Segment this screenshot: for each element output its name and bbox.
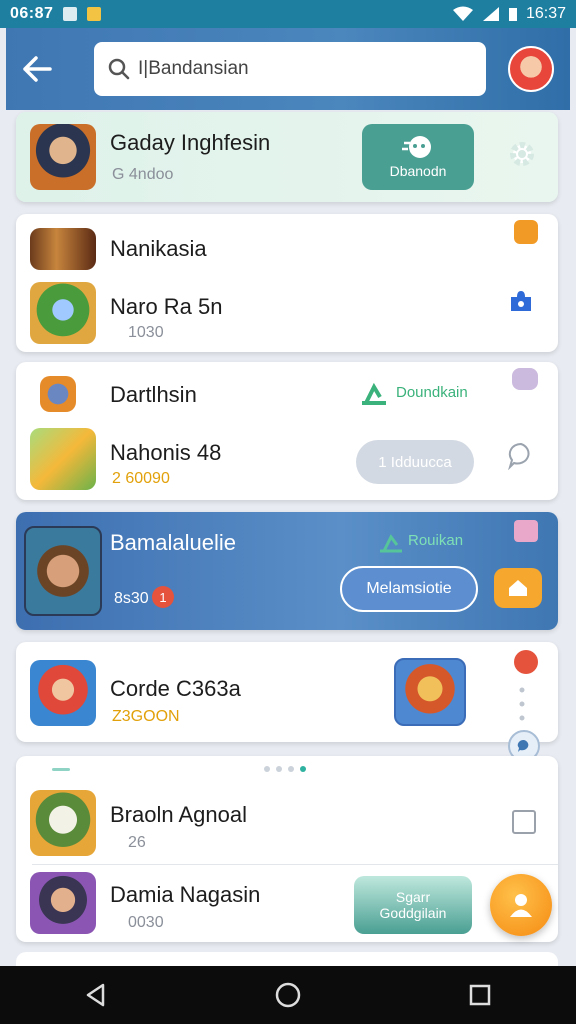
card4-action-label[interactable]: Rouikan (408, 532, 463, 549)
game-thumbnail (30, 660, 96, 726)
game-title: Bamalaluelie (110, 530, 236, 555)
status-bar: 06:87 16:37 (0, 0, 576, 28)
game-title: Corde C363a (110, 676, 241, 701)
count-badge: 1 (152, 586, 174, 608)
avatar[interactable] (508, 46, 554, 92)
back-arrow-icon (23, 56, 52, 82)
signal-icon (482, 7, 499, 21)
chat-bubble-icon (402, 136, 431, 158)
game-thumbnail (30, 282, 96, 344)
heart-badge-icon (512, 368, 538, 390)
featured-game-art[interactable] (394, 658, 466, 726)
gallery-icon (63, 7, 78, 21)
leaf-icon (378, 532, 404, 554)
game-card-4[interactable]: Bamalaluelie Rouikan 8s30 1 Melamsiotie (16, 512, 558, 630)
game-title: Gaday Inghfesin (110, 130, 271, 155)
game-thumbnail (30, 790, 96, 856)
game-thumbnail (30, 124, 96, 190)
card1-button-label: Dbanodn (389, 163, 447, 179)
alert-badge-icon (514, 650, 538, 674)
card1-action-button[interactable]: Dbanodn (362, 124, 474, 190)
user-icon (510, 894, 532, 917)
game-card-2[interactable]: Nanikasia Naro Ra 5n 1030 (16, 214, 558, 352)
game-thumbnail (24, 526, 102, 616)
card6-action-button[interactable]: Sgarr Goddgilain (354, 876, 472, 934)
status-right-time: 16:37 (525, 5, 566, 22)
gear-icon[interactable] (504, 136, 540, 172)
game-title: Nahonis 48 (110, 440, 222, 465)
badge-icon (514, 220, 538, 244)
game-thumbnail (40, 376, 76, 412)
game-card-6[interactable]: Braoln Agnoal 26 Damia Nagasin 0030 Sgar… (16, 756, 558, 942)
game-subtitle: Z3GOON (112, 708, 180, 725)
game-title: Braoln Agnoal (110, 802, 247, 827)
home-button[interactable] (494, 568, 542, 608)
game-subtitle: 0030 (128, 914, 164, 931)
game-subtitle: 2 60090 (112, 470, 170, 487)
nav-back-icon (86, 983, 105, 1007)
game-subtitle: 26 (128, 834, 146, 851)
game-title: Dartlhsin (110, 382, 197, 407)
nav-recents-button[interactable] (450, 970, 510, 1020)
game-card-3[interactable]: Dartlhsin Doundkain Nahonis 48 2 60090 1… (16, 362, 558, 500)
more-vertical-icon[interactable] (512, 682, 532, 726)
divider (32, 864, 558, 865)
card4-action-button[interactable]: Melamsiotie (340, 566, 478, 612)
game-subtitle: 1030 (128, 324, 164, 341)
home-icon (509, 580, 527, 596)
user-fab[interactable] (490, 874, 552, 936)
wifi-icon (452, 6, 473, 21)
game-title: Damia Nagasin (110, 882, 261, 907)
game-card-1[interactable]: Gaday Inghfesin G 4ndoo Dbanodn (16, 112, 558, 202)
drag-handle (52, 768, 70, 771)
system-nav-bar (0, 966, 576, 1024)
checkbox-icon[interactable] (512, 810, 536, 834)
back-button[interactable] (6, 38, 68, 100)
nav-home-icon (275, 982, 301, 1008)
card3-action-label[interactable]: Doundkain (396, 384, 468, 401)
leaf-icon (360, 382, 388, 406)
game-thumbnail (30, 228, 96, 270)
game-card-5[interactable]: Corde C363a Z3GOON (16, 642, 558, 742)
nav-back-button[interactable] (66, 970, 126, 1020)
search-field[interactable]: I|Bandansian (94, 42, 486, 96)
game-thumbnail (30, 428, 96, 490)
nav-recents-icon (469, 984, 491, 1006)
puzzle-icon[interactable] (506, 286, 536, 316)
nav-home-button[interactable] (258, 970, 318, 1020)
app-header: I|Bandansian (6, 28, 570, 110)
game-title: Nanikasia (110, 236, 207, 261)
card3-action-button[interactable]: 1 Idduucca (356, 440, 474, 484)
game-title: Naro Ra 5n (110, 294, 223, 319)
chat-icon (517, 739, 529, 752)
gift-icon (514, 520, 538, 542)
battery-icon (508, 8, 517, 21)
status-time: 06:87 (10, 5, 54, 22)
search-input[interactable]: I|Bandansian (138, 58, 249, 80)
notification-icon (87, 7, 102, 21)
game-thumbnail (30, 872, 96, 934)
chat-icon[interactable] (504, 438, 538, 472)
search-icon (108, 58, 130, 80)
game-subtitle: G 4ndoo (112, 166, 174, 183)
game-subtitle: 8s30 (114, 590, 149, 607)
pager-dots (264, 766, 306, 772)
